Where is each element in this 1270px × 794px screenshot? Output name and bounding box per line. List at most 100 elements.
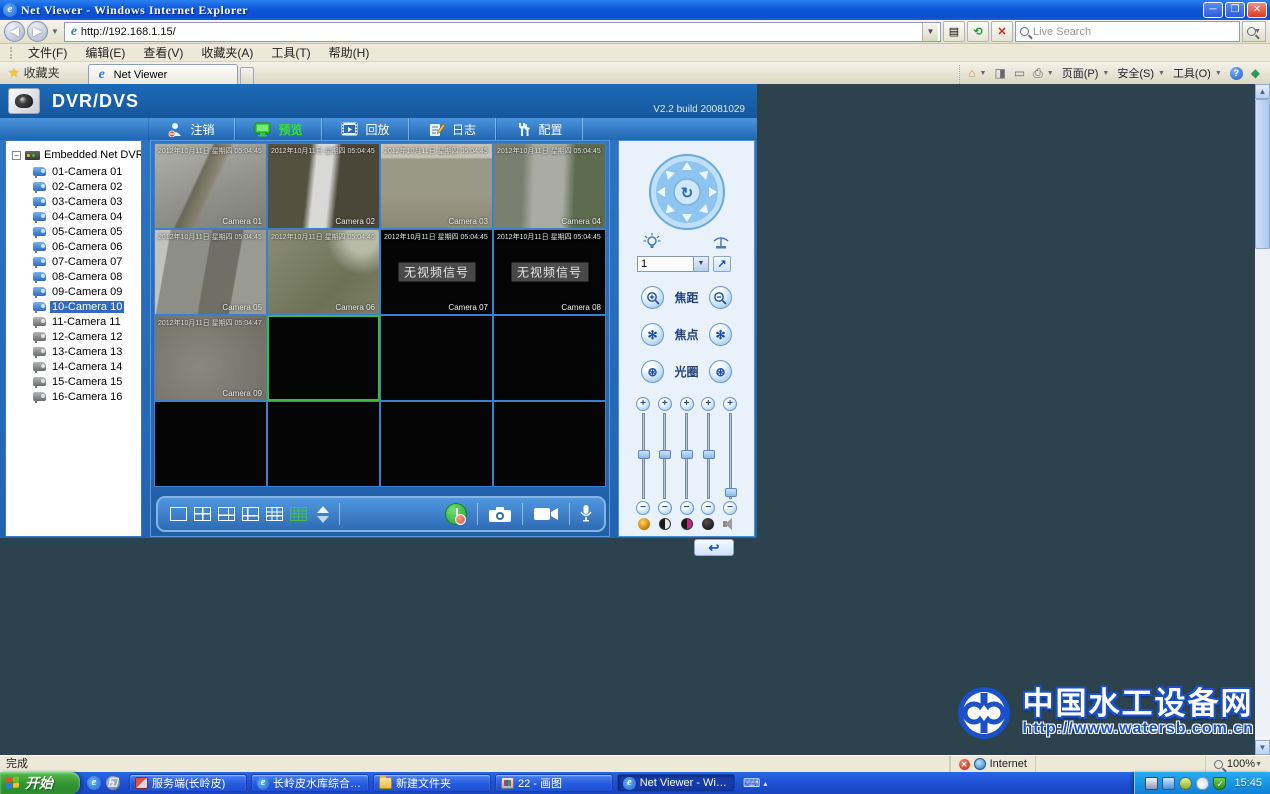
address-url[interactable]: http://192.168.1.15/	[81, 26, 922, 38]
page-up-icon[interactable]	[317, 506, 329, 513]
slider-plus-icon[interactable]: +	[701, 397, 715, 411]
nav-preview-button[interactable]: 预览	[235, 118, 322, 140]
video-cell-16[interactable]	[493, 401, 606, 487]
quick-launch-desktop-icon[interactable]: ◱	[106, 776, 120, 790]
zoom-out-button[interactable]	[709, 286, 732, 309]
tray-display-icon[interactable]	[1145, 777, 1158, 790]
ptz-direction-wheel[interactable]: ↻	[648, 153, 726, 231]
talk-mic-icon[interactable]	[580, 505, 592, 523]
help-icon[interactable]: ?	[1230, 67, 1243, 80]
zoom-dropdown-icon[interactable]: ▼	[1255, 761, 1262, 768]
tree-item-03[interactable]: 03-Camera 03	[6, 194, 141, 209]
layout-9-button[interactable]	[266, 507, 283, 521]
video-cell-4[interactable]: 2012年10月11日 星期四 05:04:45Camera 04	[493, 143, 606, 229]
preset-go-button[interactable]: ↗	[713, 256, 731, 272]
slider-track[interactable]	[707, 413, 710, 499]
language-options-icon[interactable]: ▴	[763, 779, 767, 788]
video-cell-1[interactable]: 2012年10月11日 星期四 05:04:45Camera 01	[154, 143, 267, 229]
slider-minus-icon[interactable]: −	[636, 501, 650, 515]
search-placeholder[interactable]: Live Search	[1033, 26, 1235, 38]
nav-config-button[interactable]: 配置	[496, 118, 583, 140]
video-cell-5[interactable]: 2012年10月11日 星期四 05:04:45Camera 05	[154, 229, 267, 315]
tray-network-icon[interactable]	[1162, 777, 1175, 790]
video-cell-3[interactable]: 2012年10月11日 星期四 05:04:45Camera 03	[380, 143, 493, 229]
restore-defaults-button[interactable]: ↩	[694, 539, 734, 556]
video-cell-13[interactable]	[154, 401, 267, 487]
slider-track[interactable]	[663, 413, 666, 499]
tree-item-10[interactable]: 10-Camera 10	[6, 299, 141, 314]
page-down-icon[interactable]	[317, 516, 329, 523]
read-mail-icon[interactable]: ▭	[1014, 66, 1025, 80]
tray-cloud-icon[interactable]	[1196, 777, 1209, 790]
history-dropdown-icon[interactable]: ▼	[51, 27, 59, 36]
preset-select[interactable]: 1 ▼	[637, 256, 709, 272]
keyboard-icon[interactable]: ⌨	[743, 776, 760, 790]
address-dropdown-button[interactable]: ▼	[922, 23, 938, 41]
slider-minus-icon[interactable]: −	[701, 501, 715, 515]
video-cell-6[interactable]: 2012年10月11日 星期四 05:04:46Camera 06	[267, 229, 380, 315]
contrast-slider[interactable]: +−	[658, 397, 672, 515]
nav-playback-button[interactable]: 回放	[322, 118, 409, 140]
tree-item-05[interactable]: 05-Camera 05	[6, 224, 141, 239]
home-icon[interactable]: ⌂	[968, 66, 975, 80]
hue-slider[interactable]: +−	[701, 397, 715, 515]
tree-item-06[interactable]: 06-Camera 06	[6, 239, 141, 254]
contrast-icon[interactable]	[659, 518, 671, 530]
slider-track[interactable]	[729, 413, 732, 499]
wiper-icon[interactable]	[712, 234, 730, 250]
slider-plus-icon[interactable]: +	[680, 397, 694, 411]
layout-6-button[interactable]	[218, 507, 235, 521]
restore-button[interactable]: ❐	[1225, 2, 1245, 18]
stop-button[interactable]: ✕	[991, 21, 1013, 42]
volume-icon[interactable]	[723, 518, 735, 530]
menu-h[interactable]: 帮助(H)	[320, 44, 379, 62]
focus-near-button[interactable]: ✻	[641, 323, 664, 346]
slider-minus-icon[interactable]: −	[680, 501, 694, 515]
layout-4-button[interactable]	[194, 507, 211, 521]
minimize-button[interactable]: ─	[1203, 2, 1223, 18]
task-button[interactable]: e长岭皮水库综合管...	[251, 774, 369, 792]
menu-v[interactable]: 查看(V)	[134, 44, 192, 62]
hue-icon[interactable]	[702, 518, 714, 530]
saturation-slider[interactable]: +−	[680, 397, 694, 515]
tree-item-16[interactable]: 16-Camera 16	[6, 389, 141, 404]
menu-a[interactable]: 收藏夹(A)	[192, 44, 262, 62]
tree-item-11[interactable]: 11-Camera 11	[6, 314, 141, 329]
snapshot-icon[interactable]	[488, 506, 512, 523]
tree-item-12[interactable]: 12-Camera 12	[6, 329, 141, 344]
task-button[interactable]: 新建文件夹	[373, 774, 491, 792]
tree-root[interactable]: − Embedded Net DVR	[12, 149, 141, 161]
focus-far-button[interactable]: ✻	[709, 323, 732, 346]
scroll-up-icon[interactable]: ▲	[1255, 84, 1270, 99]
page-menu-button[interactable]: 页面(P)	[1062, 65, 1099, 81]
tree-item-13[interactable]: 13-Camera 13	[6, 344, 141, 359]
page-error-icon[interactable]: ✕	[959, 759, 970, 770]
tree-item-14[interactable]: 14-Camera 14	[6, 359, 141, 374]
refresh-button[interactable]: ⟲	[967, 21, 989, 42]
task-button[interactable]: 22 - 画图	[495, 774, 613, 792]
slider-track[interactable]	[685, 413, 688, 499]
video-cell-14[interactable]	[267, 401, 380, 487]
menu-t[interactable]: 工具(T)	[262, 44, 319, 62]
saturation-icon[interactable]	[681, 518, 693, 530]
slider-plus-icon[interactable]: +	[658, 397, 672, 411]
messenger-icon[interactable]: ◆	[1251, 66, 1260, 80]
layout-16-button[interactable]	[290, 507, 307, 521]
video-cell-8[interactable]: 2012年10月11日 星期四 05:04:45无视频信号Camera 08	[493, 229, 606, 315]
slider-thumb[interactable]	[659, 450, 671, 459]
page-scrollbar[interactable]: ▲ ▼	[1255, 84, 1270, 755]
tree-item-02[interactable]: 02-Camera 02	[6, 179, 141, 194]
tab-net-viewer[interactable]: e Net Viewer	[88, 64, 238, 84]
nav-logout-button[interactable]: 注销	[148, 118, 235, 140]
slider-minus-icon[interactable]: −	[658, 501, 672, 515]
menu-e[interactable]: 编辑(E)	[76, 44, 134, 62]
iris-open-button[interactable]: ⊛	[641, 360, 664, 383]
video-cell-7[interactable]: 2012年10月11日 星期四 05:04:45无视频信号Camera 07	[380, 229, 493, 315]
tree-item-08[interactable]: 08-Camera 08	[6, 269, 141, 284]
tools-menu-button[interactable]: 工具(O)	[1173, 65, 1211, 81]
slider-plus-icon[interactable]: +	[723, 397, 737, 411]
slider-thumb[interactable]	[638, 450, 650, 459]
light-icon[interactable]	[643, 233, 661, 251]
tray-usb-icon[interactable]	[1179, 777, 1192, 790]
print-icon[interactable]: ⎙	[1033, 66, 1043, 81]
